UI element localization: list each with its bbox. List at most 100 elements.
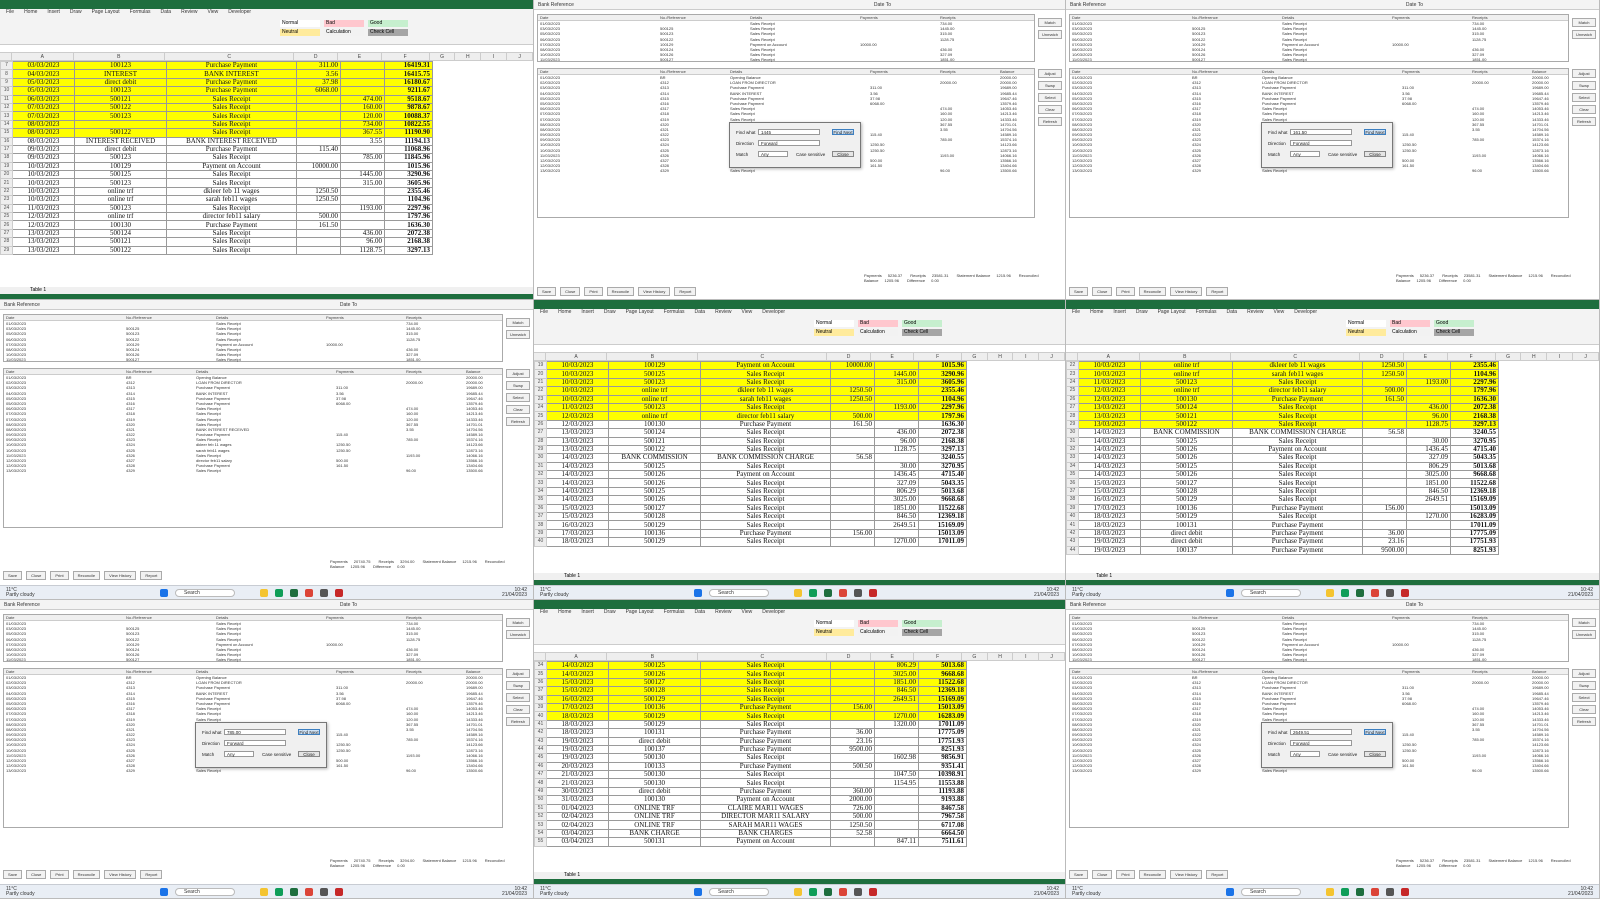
- chrome-icon[interactable]: [305, 888, 313, 896]
- footer-button[interactable]: Close: [1092, 870, 1113, 879]
- cell-f[interactable]: 1636.30: [384, 220, 433, 230]
- cell-b[interactable]: 500123: [74, 111, 167, 121]
- table-row[interactable]: 39 17/03/2023 100136 Purchase Payment 156.00…: [534, 528, 967, 539]
- cell-a[interactable]: 03/04/2023: [546, 828, 609, 839]
- cell-e[interactable]: 96.00: [874, 436, 919, 446]
- table-row[interactable]: 36 15/03/2023 500127 Sales Receipt 1851.00 11…: [534, 677, 967, 688]
- cell-b[interactable]: 500125: [608, 461, 701, 472]
- cell-d[interactable]: 36.00: [830, 728, 875, 738]
- cell-b[interactable]: [74, 119, 167, 130]
- list-item[interactable]: 11/03/2023 500127 Sales Receipt 1851.00: [538, 57, 1034, 62]
- footer-button[interactable]: Report: [140, 870, 163, 879]
- cell-n[interactable]: 30: [534, 453, 547, 463]
- cell-d[interactable]: [830, 436, 875, 446]
- cell-e[interactable]: 1193.00: [874, 402, 919, 413]
- cell-c[interactable]: Purchase Payment: [166, 220, 297, 230]
- cell-a[interactable]: 07/03/2023: [12, 111, 75, 121]
- cell-f[interactable]: 5043.35: [918, 478, 967, 488]
- close-button[interactable]: Close: [832, 151, 854, 157]
- cell-d[interactable]: [1362, 411, 1407, 421]
- cell-f[interactable]: 15169.09: [1450, 495, 1499, 505]
- table-row[interactable]: 42 18/03/2023 100131 Purchase Payment 36.00 1…: [534, 728, 967, 738]
- footer-button[interactable]: View History: [104, 571, 137, 580]
- cell-f[interactable]: 11522.68: [1450, 478, 1499, 488]
- cell-c[interactable]: Sales Receipt: [700, 512, 831, 522]
- cell-b[interactable]: 500130: [608, 753, 701, 763]
- cell-d[interactable]: 1250.50: [830, 386, 875, 396]
- edge-icon[interactable]: [275, 888, 283, 896]
- cell-b[interactable]: direct debit: [608, 736, 701, 746]
- table-row[interactable]: 33 14/03/2023 500126 Sales Receipt 327.09 504…: [534, 478, 967, 488]
- cell-d[interactable]: 36.00: [1362, 528, 1407, 539]
- cell-a[interactable]: 18/03/2023: [1078, 512, 1141, 522]
- cell-e[interactable]: 1270.00: [874, 711, 919, 721]
- column-header[interactable]: B: [607, 653, 699, 660]
- column-header[interactable]: C: [1231, 353, 1361, 360]
- cell-f[interactable]: 2072.38: [918, 428, 967, 438]
- column-header[interactable]: G: [962, 653, 988, 660]
- table-row[interactable]: 30 14/03/2023 BANK COMMISSION BANK COMMISSI…: [1066, 428, 1499, 438]
- footer-button[interactable]: Report: [1206, 287, 1229, 296]
- ribbon-tab[interactable]: Page Layout: [626, 309, 654, 317]
- cell-e[interactable]: [874, 411, 919, 421]
- cell-e[interactable]: 1320.00: [874, 719, 919, 730]
- cell-d[interactable]: 6068.00: [296, 86, 341, 96]
- side-button[interactable]: Select: [506, 393, 530, 402]
- start-icon[interactable]: [1226, 888, 1234, 896]
- cell-n[interactable]: 50: [534, 795, 547, 805]
- cell-d[interactable]: 56.58: [830, 453, 875, 463]
- cell-c[interactable]: CLAIRE MAR11 WAGES: [700, 803, 831, 814]
- side-button[interactable]: Refresh: [1572, 117, 1596, 126]
- cell-f[interactable]: 11553.88: [918, 778, 967, 788]
- cell-d[interactable]: [1362, 512, 1407, 522]
- cell-f[interactable]: 11193.88: [918, 786, 967, 797]
- side-button[interactable]: Unmatch: [506, 630, 530, 639]
- cell-b[interactable]: 100136: [1140, 503, 1233, 514]
- column-header[interactable]: A: [546, 653, 608, 660]
- statement-list[interactable]: Date No./Reference Details Payments Receipts…: [1069, 14, 1569, 62]
- cell-c[interactable]: dkleer feb 11 wages: [1232, 360, 1363, 371]
- cell-a[interactable]: 10/03/2023: [546, 369, 609, 379]
- cell-a[interactable]: 02/04/2023: [546, 812, 609, 822]
- cell-b[interactable]: 500125: [1140, 461, 1233, 472]
- cell-e[interactable]: [874, 528, 919, 539]
- match-select[interactable]: Any: [1290, 151, 1320, 157]
- cell-c[interactable]: Purchase Payment: [700, 736, 831, 746]
- table-row[interactable]: 41 18/03/2023 100131 Purchase Payment 17011.…: [1066, 520, 1499, 530]
- cell-c[interactable]: DIRECTOR MAR11 SALARY: [700, 812, 831, 822]
- column-header[interactable]: [534, 653, 546, 660]
- column-header[interactable]: D: [827, 653, 871, 660]
- cell-c[interactable]: BANK COMMISSION CHARGE: [700, 453, 831, 463]
- cell-c[interactable]: Purchase Payment: [1232, 520, 1363, 530]
- cell-b[interactable]: 500130: [608, 770, 701, 780]
- cell-f[interactable]: 8251.93: [918, 744, 967, 755]
- cell-style-check_cell[interactable]: Check Cell: [368, 29, 408, 36]
- shield-icon[interactable]: [869, 589, 877, 597]
- cell-n[interactable]: 24: [1066, 377, 1079, 388]
- sheet-tab[interactable]: Table 1: [30, 287, 46, 293]
- cell-a[interactable]: 02/04/2023: [546, 820, 609, 830]
- table-row[interactable]: 43 19/03/2023 direct debit Purchase Payment…: [1066, 537, 1499, 547]
- column-header[interactable]: F: [914, 653, 962, 660]
- ribbon-tab[interactable]: Draw: [604, 309, 616, 317]
- cell-d[interactable]: 3.56: [296, 69, 341, 79]
- cell-c[interactable]: Sales Receipt: [1232, 419, 1363, 430]
- cell-d[interactable]: [830, 711, 875, 721]
- cell-a[interactable]: 10/03/2023: [546, 394, 609, 404]
- table-row[interactable]: 29 13/03/2023 500122 Sales Receipt 1128.75 32…: [1066, 419, 1499, 430]
- table-row[interactable]: 23 10/03/2023 online trf sarah feb11 wages 1…: [0, 195, 433, 205]
- cell-d[interactable]: [1362, 419, 1407, 430]
- cell-c[interactable]: Purchase Payment: [1232, 545, 1363, 556]
- cell-a[interactable]: 31/03/2023: [546, 795, 609, 805]
- direction-select[interactable]: Forward: [758, 140, 820, 146]
- cell-c[interactable]: Sales Receipt: [166, 128, 297, 138]
- cell-f[interactable]: 5043.35: [1450, 453, 1499, 463]
- column-header[interactable]: I: [481, 53, 508, 60]
- ribbon-tab[interactable]: Data: [161, 9, 172, 17]
- cell-a[interactable]: 10/03/2023: [546, 360, 609, 371]
- table-row[interactable]: 34 14/03/2023 500125 Sales Receipt 806.29 501…: [534, 486, 967, 497]
- cell-b[interactable]: 500121: [608, 436, 701, 446]
- cell-a[interactable]: 11/03/2023: [1078, 377, 1141, 388]
- cell-e[interactable]: [340, 144, 385, 155]
- cell-a[interactable]: 12/03/2023: [12, 212, 75, 222]
